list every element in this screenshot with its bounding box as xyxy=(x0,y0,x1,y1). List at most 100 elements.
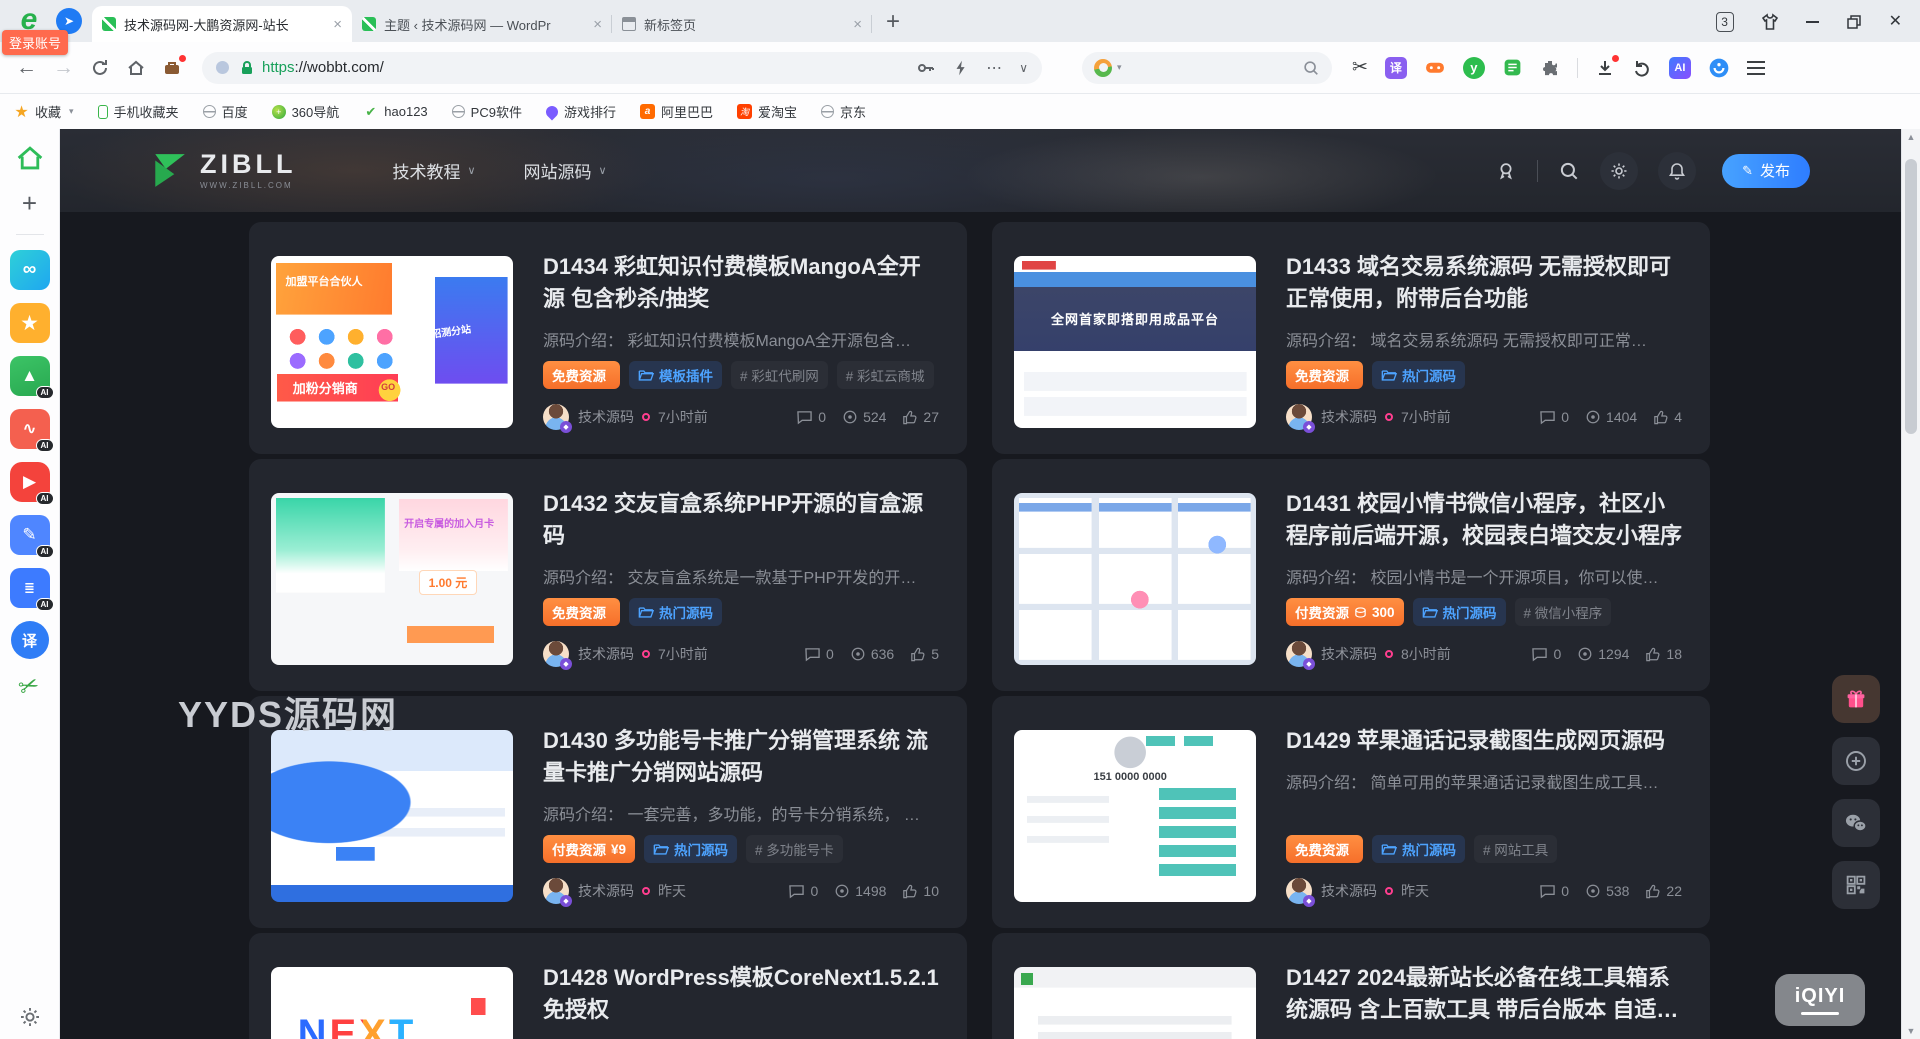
bookmark-item[interactable]: 手机收藏夹 xyxy=(98,102,179,121)
search-engine-caret-icon[interactable]: ▾ xyxy=(1117,62,1122,73)
site-search-icon[interactable] xyxy=(1558,160,1580,182)
search-engine-icon[interactable] xyxy=(1094,59,1112,77)
translate-icon[interactable]: 译 xyxy=(1385,57,1407,79)
post-card[interactable]: 开启专属的加入月卡1.00 元 D1432 交友盲盒系统PHP开源的盲盒源码 源… xyxy=(249,459,967,691)
game-center-icon[interactable] xyxy=(1424,57,1446,78)
post-title[interactable]: D1431 校园小情书微信小程序，社区小程序前后端开源，校园表白墙交友小程序 xyxy=(1286,488,1682,552)
post-thumbnail[interactable]: NEXT xyxy=(271,967,513,1039)
close-window-button[interactable]: ✕ xyxy=(1889,14,1902,30)
category-chip[interactable]: 热门源码 xyxy=(629,598,722,626)
bookmark-item[interactable]: 淘爱淘宝 xyxy=(737,102,797,121)
post-card[interactable]: 全网首家即搭即用成品平台 D1433 域名交易系统源码 无需授权即可正常使用，附… xyxy=(992,222,1710,454)
minimize-button[interactable] xyxy=(1806,21,1819,23)
browser-tab[interactable]: 技术源码网-大鹏资源网-站长× xyxy=(92,6,352,42)
ai-hub-icon[interactable]: ∞ xyxy=(10,250,50,290)
page-scrollbar[interactable]: ▲ ▼ xyxy=(1901,129,1920,1039)
post-thumbnail[interactable]: 加盟平台合伙人加粉分销商GO招测分站 xyxy=(271,256,513,428)
post-title[interactable]: D1429 苹果通话记录截图生成网页源码 xyxy=(1286,725,1682,757)
price-badge[interactable]: 付费资源 300 xyxy=(1286,598,1404,626)
workspace-icon[interactable] xyxy=(162,58,182,78)
post-thumbnail[interactable] xyxy=(271,730,513,902)
browser-tab[interactable]: 主题 ‹ 技术源码网 — WordPr× xyxy=(352,6,612,42)
qr-code-button[interactable] xyxy=(1832,861,1880,909)
author-name[interactable]: 技术源码 xyxy=(578,644,634,664)
post-thumbnail[interactable] xyxy=(1014,967,1256,1039)
home-panel-icon[interactable] xyxy=(13,141,47,175)
undo-restore-icon[interactable] xyxy=(1632,58,1652,78)
scroll-up-arrow[interactable]: ▲ xyxy=(1902,132,1920,142)
translate-panel-icon[interactable]: 译 xyxy=(11,621,49,659)
price-badge[interactable]: 免费资源 xyxy=(543,598,620,626)
gift-button[interactable] xyxy=(1832,675,1880,723)
browser-search-box[interactable]: ▾ xyxy=(1082,52,1332,84)
bookmark-item[interactable]: 游戏排行 xyxy=(546,102,616,121)
hashtag-chip[interactable]: # 彩虹代刷网 xyxy=(731,361,828,389)
price-badge[interactable]: 付费资源 ¥9 xyxy=(543,835,635,863)
hashtag-chip[interactable]: # 彩虹云商城 xyxy=(837,361,934,389)
avatar[interactable]: ◆ xyxy=(543,641,569,667)
y-app-icon[interactable]: y xyxy=(1463,57,1485,79)
category-chip[interactable]: 热门源码 xyxy=(1372,835,1465,863)
post-thumbnail[interactable] xyxy=(1014,493,1256,665)
pdf-ai-icon[interactable]: ∿ AI xyxy=(10,409,50,449)
video-ai-icon[interactable]: ▶ AI xyxy=(10,462,50,502)
more-options-icon[interactable]: ⋯ xyxy=(986,58,1003,78)
menu-icon[interactable] xyxy=(1747,61,1765,75)
price-badge[interactable]: 免费资源 xyxy=(1286,835,1363,863)
bookmark-item[interactable]: ✔hao123 xyxy=(363,104,427,119)
post-card[interactable]: NEXT D1428 WordPress模板CoreNext1.5.2.1 免授… xyxy=(249,933,967,1039)
site-info-icon[interactable] xyxy=(216,61,229,74)
category-chip[interactable]: 模板插件 xyxy=(629,361,722,389)
new-tab-button[interactable]: + xyxy=(886,10,900,34)
favorites-app-icon[interactable]: ★ xyxy=(10,303,50,343)
reader-icon[interactable] xyxy=(1502,57,1523,78)
scrollbar-thumb[interactable] xyxy=(1905,159,1917,434)
download-icon[interactable] xyxy=(1595,58,1615,78)
restore-button[interactable] xyxy=(1845,13,1863,31)
wechat-button[interactable] xyxy=(1832,799,1880,847)
ai-assistant-icon[interactable]: AI xyxy=(1669,57,1691,79)
login-account-badge[interactable]: 登录账号 xyxy=(2,30,68,55)
search-icon[interactable] xyxy=(1302,59,1320,77)
doc-ai-icon[interactable]: ≣ AI xyxy=(10,568,50,608)
hashtag-chip[interactable]: # 多功能号卡 xyxy=(746,835,843,863)
scroll-down-arrow[interactable]: ▼ xyxy=(1902,1026,1920,1036)
browser-tab[interactable]: 新标签页× xyxy=(612,6,872,42)
avatar[interactable]: ◆ xyxy=(543,878,569,904)
post-card[interactable]: 加盟平台合伙人加粉分销商GO招测分站 D1434 彩虹知识付费模板MangoA全… xyxy=(249,222,967,454)
bookmark-item[interactable]: ★收藏▾ xyxy=(14,102,74,121)
url-text[interactable]: https://wobbt.com/ xyxy=(262,59,900,76)
bookmark-item[interactable]: 百度 xyxy=(203,102,248,121)
post-thumbnail[interactable]: 151 0000 0000 xyxy=(1014,730,1256,902)
bookmark-item[interactable]: +360导航 xyxy=(272,102,340,121)
bookmark-caret-icon[interactable]: ▾ xyxy=(69,106,74,117)
hashtag-chip[interactable]: # 微信小程序 xyxy=(1515,598,1612,626)
add-panel-icon[interactable]: + xyxy=(22,188,37,219)
post-title[interactable]: D1434 彩虹知识付费模板MangoA全开源 包含秒杀/抽奖 xyxy=(543,251,939,315)
tab-close-button[interactable]: × xyxy=(853,17,862,32)
post-card[interactable]: D1431 校园小情书微信小程序，社区小程序前后端开源，校园表白墙交友小程序 源… xyxy=(992,459,1710,691)
bookmark-item[interactable]: PC9软件 xyxy=(452,102,522,121)
extensions-puzzle-icon[interactable] xyxy=(1540,58,1560,78)
author-name[interactable]: 技术源码 xyxy=(1321,644,1377,664)
password-key-icon[interactable] xyxy=(916,58,936,78)
skin-icon[interactable] xyxy=(1760,12,1780,32)
price-badge[interactable]: 免费资源 xyxy=(543,361,620,389)
post-thumbnail[interactable]: 开启专属的加入月卡1.00 元 xyxy=(271,493,513,665)
category-chip[interactable]: 热门源码 xyxy=(1372,361,1465,389)
forward-button[interactable]: → xyxy=(53,57,74,78)
settings-gear-icon[interactable] xyxy=(18,1005,42,1029)
image-ai-icon[interactable]: ▲ AI xyxy=(10,356,50,396)
back-button[interactable]: ← xyxy=(16,57,37,78)
post-card[interactable]: 151 0000 0000 D1429 苹果通话记录截图生成网页源码 源码介绍：… xyxy=(992,696,1710,928)
refresh-button[interactable] xyxy=(90,58,110,78)
price-badge[interactable]: 免费资源 xyxy=(1286,361,1363,389)
author-name[interactable]: 技术源码 xyxy=(578,407,634,427)
speed-mode-icon[interactable] xyxy=(952,59,970,77)
post-title[interactable]: D1433 域名交易系统源码 无需授权即可正常使用，附带后台功能 xyxy=(1286,251,1682,315)
nav-item-tutorials[interactable]: 技术教程∨ xyxy=(392,158,475,183)
avatar[interactable]: ◆ xyxy=(1286,404,1312,430)
post-thumbnail[interactable]: 全网首家即搭即用成品平台 xyxy=(1014,256,1256,428)
post-card[interactable]: D1427 2024最新站长必备在线工具箱系统源码 含上百款工具 带后台版本 自… xyxy=(992,933,1710,1039)
add-circle-button[interactable] xyxy=(1832,737,1880,785)
